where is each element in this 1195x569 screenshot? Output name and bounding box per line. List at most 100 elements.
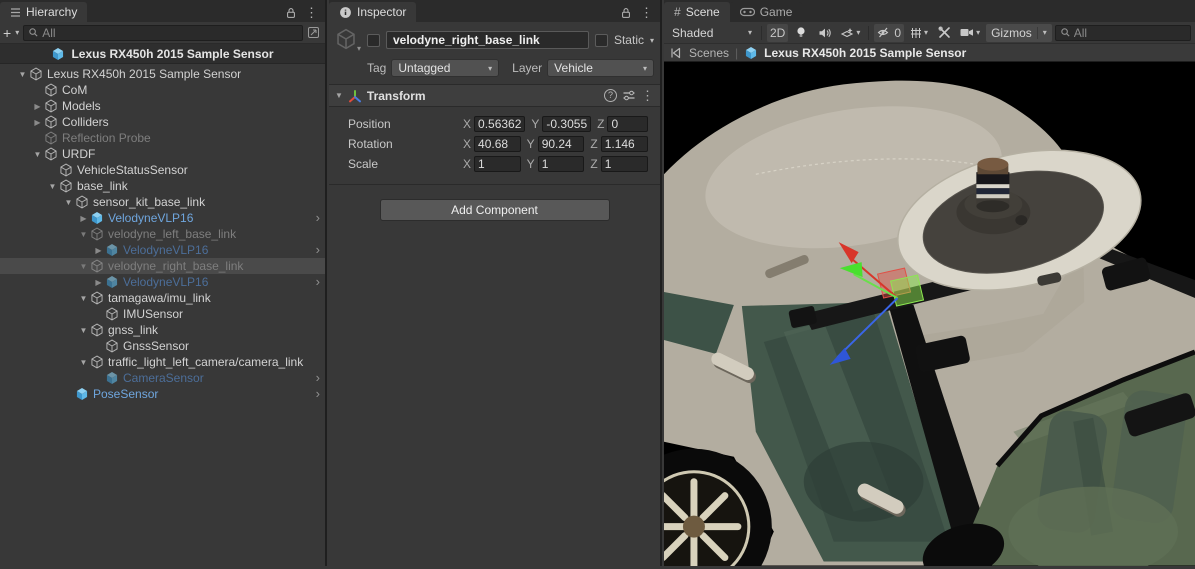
tree-item-base-link[interactable]: ▼base_link (0, 178, 325, 194)
rotation-y-field[interactable]: 90.24 (538, 136, 585, 152)
scale-y-field[interactable]: 1 (538, 156, 585, 172)
tree-item-traffic-light-left-camera-link[interactable]: ▼traffic_light_left_camera/camera_link (0, 354, 325, 370)
panel-menu-icon[interactable]: ⋮ (305, 8, 318, 18)
tree-item-gnsssensor[interactable]: GnssSensor (0, 338, 325, 354)
tree-item-velodyne-left-base-link[interactable]: ▼velodyne_left_base_link (0, 226, 325, 242)
hierarchy-search[interactable] (23, 25, 303, 41)
tab-hierarchy[interactable]: Hierarchy (0, 2, 87, 22)
prefab-open-chevron[interactable]: › (316, 242, 320, 258)
scene-search-input[interactable] (1074, 26, 1186, 40)
foldout-icon[interactable]: ▼ (335, 91, 343, 100)
tree-item-com[interactable]: CoM (0, 82, 325, 98)
prefab-cube-icon (51, 47, 65, 61)
add-component-button[interactable]: Add Component (380, 199, 610, 221)
scene-viewport[interactable] (664, 62, 1195, 566)
object-name-field[interactable] (386, 31, 589, 49)
hierarchy-tree: ▼Lexus RX450h 2015 Sample Sensor CoM ▶Mo… (0, 64, 325, 402)
prefab-cube-icon (90, 211, 104, 225)
tree-item-velodynevlp16-right[interactable]: ▶VelodyneVLP16› (0, 274, 325, 290)
tree-item-sensor-kit-base-link[interactable]: ▼sensor_kit_base_link (0, 194, 325, 210)
position-label[interactable]: Position (335, 117, 463, 131)
scene-picker-icon[interactable] (307, 26, 320, 39)
tree-item-colliders[interactable]: ▶Colliders (0, 114, 325, 130)
prefab-open-chevron[interactable]: › (316, 274, 320, 290)
tree-item-lexus-root[interactable]: ▼Lexus RX450h 2015 Sample Sensor (0, 66, 325, 82)
cube-icon (90, 291, 104, 305)
scene-tools-button[interactable] (934, 24, 954, 42)
active-checkbox[interactable] (367, 34, 380, 47)
tree-item-reflection-probe[interactable]: Reflection Probe (0, 130, 325, 146)
scene-lighting-button[interactable] (791, 24, 811, 42)
cube-icon (105, 339, 119, 353)
prefab-header[interactable]: Lexus RX450h 2015 Sample Sensor (0, 44, 325, 64)
tree-item-camerasensor[interactable]: CameraSensor› (0, 370, 325, 386)
scale-z-field[interactable]: 1 (601, 156, 648, 172)
scene-visibility-button[interactable]: 0 (874, 24, 904, 42)
static-dropdown-icon[interactable]: ▾ (650, 36, 654, 45)
tag-label: Tag (367, 61, 386, 75)
scene-audio-button[interactable] (814, 24, 834, 42)
help-icon[interactable]: ? (604, 89, 617, 102)
breadcrumb-root[interactable]: Scenes (689, 46, 729, 60)
transform-icon (348, 89, 362, 103)
panel-menu-icon[interactable]: ⋮ (640, 8, 653, 18)
scale-label[interactable]: Scale (335, 157, 463, 171)
tree-item-tamagawa-imu-link[interactable]: ▼tamagawa/imu_link (0, 290, 325, 306)
tag-dropdown[interactable]: Untagged ▾ (391, 59, 499, 77)
lightbulb-icon (795, 26, 807, 39)
prefab-cube-icon (105, 275, 119, 289)
lock-icon[interactable] (620, 7, 632, 19)
transform-component-header[interactable]: ▼ Transform ? ⋮ (329, 85, 660, 107)
scale-x-field[interactable]: 1 (474, 156, 521, 172)
tab-scene[interactable]: # Scene (664, 2, 730, 22)
position-z-field[interactable]: 0 (607, 116, 648, 132)
toggle-2d-button[interactable]: 2D (767, 24, 788, 42)
tree-item-velodynevlp16-left[interactable]: ▶VelodyneVLP16› (0, 242, 325, 258)
grid-settings-button[interactable]: ▾ (907, 24, 931, 42)
position-x-field[interactable]: 0.56362 (474, 116, 525, 132)
scene-search[interactable] (1055, 25, 1191, 41)
presets-icon[interactable] (622, 89, 636, 102)
tree-item-models[interactable]: ▶Models (0, 98, 325, 114)
cube-icon (59, 163, 73, 177)
cube-icon (90, 259, 104, 273)
scene-camera-button[interactable]: ▾ (957, 24, 983, 42)
icon-dropdown-arrow: ▾ (357, 44, 361, 53)
rotation-z-field[interactable]: 1.146 (601, 136, 648, 152)
tree-item-imusensor[interactable]: IMUSensor (0, 306, 325, 322)
shading-mode-dropdown[interactable]: Shaded ▾ (668, 24, 756, 42)
tools-icon (938, 26, 951, 39)
hierarchy-search-input[interactable] (42, 26, 298, 40)
tree-item-vehiclestatussensor[interactable]: VehicleStatusSensor (0, 162, 325, 178)
prefab-open-chevron[interactable]: › (316, 370, 320, 386)
tree-item-velodyne-right-base-link[interactable]: ▼velodyne_right_base_link (0, 258, 325, 274)
create-object-button[interactable]: + (3, 27, 11, 39)
rotation-x-field[interactable]: 40.68 (474, 136, 521, 152)
tab-inspector[interactable]: Inspector (329, 2, 416, 22)
hierarchy-tab-icon (10, 7, 21, 18)
static-checkbox[interactable] (595, 34, 608, 47)
prefab-open-chevron[interactable]: › (316, 386, 320, 402)
gameobject-icon[interactable]: ▾ (335, 28, 361, 52)
lock-icon[interactable] (285, 7, 297, 19)
prefab-open-chevron[interactable]: › (316, 210, 320, 226)
scene-viewport-canvas[interactable] (664, 62, 1195, 566)
rotation-label[interactable]: Rotation (335, 137, 463, 151)
cube-icon (75, 195, 89, 209)
gizmos-dropdown[interactable]: Gizmos ▾ (986, 24, 1052, 42)
tree-item-velodynevlp16-top[interactable]: ▶VelodyneVLP16› (0, 210, 325, 226)
position-y-field[interactable]: -0.3055 (542, 116, 591, 132)
tree-item-gnss-link[interactable]: ▼gnss_link (0, 322, 325, 338)
tree-item-urdf[interactable]: ▼URDF (0, 146, 325, 162)
effects-icon (840, 27, 854, 39)
chevron-down-icon: ▾ (748, 28, 752, 37)
tab-game[interactable]: Game (730, 2, 803, 22)
component-menu-icon[interactable]: ⋮ (641, 91, 654, 101)
layer-dropdown[interactable]: Vehicle ▾ (547, 59, 654, 77)
tree-item-posesensor[interactable]: PoseSensor› (0, 386, 325, 402)
back-arrow-icon[interactable] (670, 47, 683, 59)
inspector-tabbar: Inspector ⋮ (329, 0, 660, 22)
create-dropdown-icon[interactable]: ▾ (15, 28, 19, 37)
scene-effects-button[interactable]: ▾ (837, 24, 863, 42)
chevron-down-icon: ▾ (643, 64, 647, 73)
